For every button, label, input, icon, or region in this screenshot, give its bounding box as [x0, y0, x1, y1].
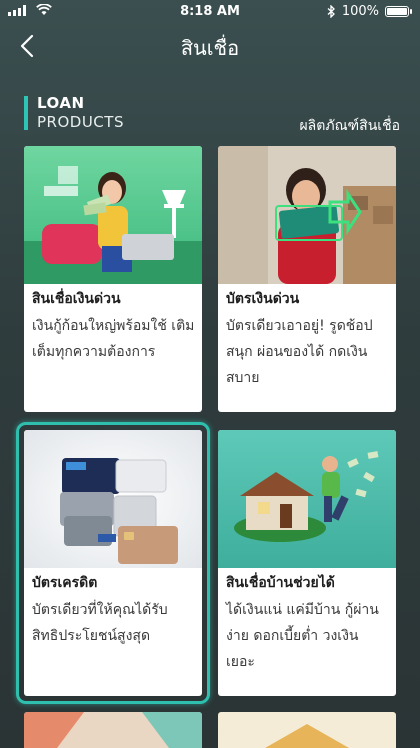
card-image-credit-card	[24, 430, 202, 568]
card-credit-card[interactable]: บัตรเครดิต บัตรเดียวที่ให้คุณได้รับ สิทธ…	[24, 430, 202, 696]
card-description: ได้เงินแน่ แค่มีบ้าน กู้ผ่าน ง่าย ดอกเบี…	[226, 602, 379, 670]
page-title: สินเชื่อ	[180, 36, 240, 60]
card-image-home-loan	[218, 430, 396, 568]
nav-bar: สินเชื่อ	[0, 24, 420, 68]
card-description: บัตรเดียวที่ให้คุณได้รับ สิทธิประโยชน์สู…	[32, 602, 168, 644]
bluetooth-icon	[327, 5, 335, 18]
status-right: 100%	[327, 4, 412, 19]
card-image-quick-cash-card	[218, 146, 396, 284]
card-title: บัตรเงินด่วน	[226, 291, 300, 307]
card-quick-cash-card[interactable]: บัตรเงินด่วน บัตรเดียวเอาอยู่! รูดช้อป ส…	[218, 146, 396, 412]
loan-products-link[interactable]: ผลิตภัณฑ์สินเชื่อ	[299, 115, 400, 137]
card-partial-left[interactable]	[24, 712, 202, 748]
card-title: สินเชื่อบ้านช่วยได้	[226, 575, 335, 591]
card-title: สินเชื่อเงินด่วน	[32, 291, 121, 307]
card-title: บัตรเครดิต	[32, 575, 98, 591]
card-home-loan[interactable]: สินเชื่อบ้านช่วยได้ ได้เงินแน่ แค่มีบ้าน…	[218, 430, 396, 696]
battery-icon	[385, 6, 409, 17]
card-partial-right[interactable]	[218, 712, 396, 748]
card-description: เงินกู้ก้อนใหญ่พร้อมใช้ เติมเต็มทุกความต…	[32, 318, 195, 360]
card-image-quick-loan	[24, 146, 202, 284]
card-description: บัตรเดียวเอาอยู่! รูดช้อป สนุก ผ่อนของได…	[226, 318, 373, 386]
status-bar: 8:18 AM 100%	[0, 0, 420, 24]
section-header: LOAN PRODUCTS ผลิตภัณฑ์สินเชื่อ	[24, 94, 400, 134]
section-accent-bar	[24, 96, 28, 130]
card-quick-loan[interactable]: สินเชื่อเงินด่วน เงินกู้ก้อนใหญ่พร้อมใช้…	[24, 146, 202, 412]
battery-percent: 100%	[341, 4, 379, 19]
battery-tip	[410, 9, 412, 14]
section-title-products: PRODUCTS	[37, 113, 124, 131]
section-title-loan: LOAN	[37, 94, 85, 112]
